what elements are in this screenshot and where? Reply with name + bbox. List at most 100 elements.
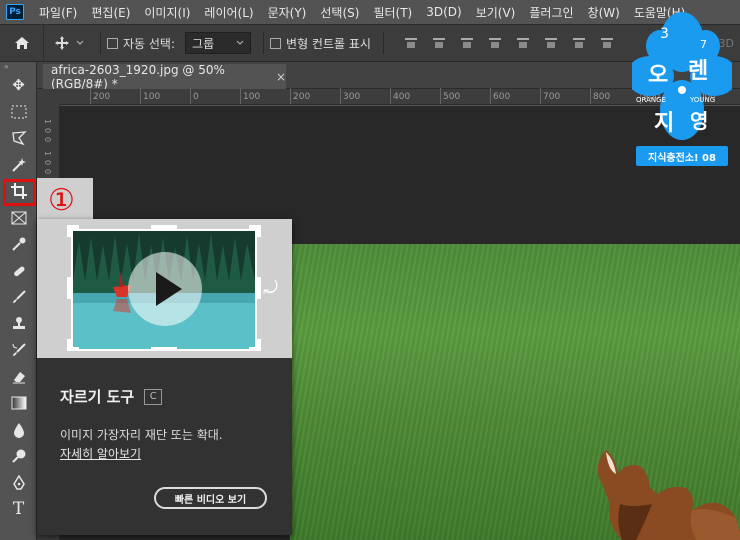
- align-right-icon[interactable]: [460, 36, 474, 50]
- menu-type[interactable]: 문자(Y): [261, 4, 314, 21]
- document-tab[interactable]: africa-2603_1920.jpg @ 50% (RGB/8#) * ×: [43, 63, 286, 91]
- menu-filter[interactable]: 필터(T): [366, 4, 419, 21]
- tooltip-title: 자르기 도구 C: [60, 386, 163, 407]
- healing-brush-tool[interactable]: [0, 258, 37, 285]
- align-top-icon[interactable]: [516, 36, 530, 50]
- ruler-label: 0: [43, 160, 52, 166]
- auto-select-label: 자동 선택:: [123, 36, 176, 51]
- brush-tool[interactable]: [0, 284, 37, 311]
- menu-3d[interactable]: 3D(D): [419, 5, 468, 19]
- dodge-tool[interactable]: [0, 443, 37, 470]
- options-bar: 자동 선택: 그룹 변형 컨트롤 표시 3D: [0, 24, 740, 62]
- document-image[interactable]: [290, 244, 740, 540]
- ruler-label: 0: [43, 169, 52, 175]
- align-center-icon[interactable]: [432, 36, 446, 50]
- align-buttons-group: [404, 36, 614, 50]
- divider: [100, 32, 101, 54]
- crop-handle: [67, 277, 71, 299]
- brush-icon: [12, 290, 26, 304]
- frame-tool[interactable]: [0, 205, 37, 232]
- auto-select-target-dropdown[interactable]: 그룹: [185, 32, 252, 54]
- crop-tool[interactable]: [0, 178, 37, 206]
- menu-view[interactable]: 보기(V): [469, 4, 523, 21]
- menu-window[interactable]: 창(W): [581, 4, 627, 21]
- tooltip-description: 이미지 가장자리 재단 또는 확대.: [60, 428, 223, 442]
- type-icon: T: [12, 499, 25, 520]
- move-tool-preset[interactable]: [44, 35, 94, 51]
- type-tool[interactable]: T: [0, 496, 37, 523]
- clone-stamp-tool[interactable]: [0, 311, 37, 338]
- history-brush-tool[interactable]: [0, 337, 37, 364]
- stamp-icon: [12, 316, 25, 329]
- marquee-tool[interactable]: [0, 99, 37, 126]
- ruler-label: 1: [43, 151, 52, 157]
- gradient-tool[interactable]: [0, 390, 37, 417]
- rectangular-marquee-icon: [11, 105, 26, 119]
- ruler-tick: [490, 88, 491, 104]
- checkbox-box[interactable]: [107, 37, 118, 49]
- menu-plugins[interactable]: 플러그인: [522, 4, 580, 21]
- align-left-icon[interactable]: [404, 36, 418, 50]
- eyedropper-tool[interactable]: [0, 231, 37, 258]
- pen-icon: [12, 474, 25, 490]
- divider: [382, 32, 384, 54]
- magic-wand-tool[interactable]: [0, 152, 37, 179]
- blur-tool[interactable]: [0, 417, 37, 444]
- ruler-label: 100: [243, 92, 261, 102]
- lasso-tool[interactable]: [0, 125, 37, 152]
- align-middle-icon[interactable]: [544, 36, 558, 50]
- ruler-label: 0: [43, 128, 52, 134]
- menu-bar: Ps 파일(F) 편집(E) 이미지(I) 레이어(L) 문자(Y) 선택(S)…: [0, 0, 740, 24]
- transform-controls-label: 변형 컨트롤 표시: [286, 36, 371, 51]
- align-bottom-icon[interactable]: [572, 36, 586, 50]
- ruler-label: 200: [293, 92, 311, 102]
- crop-handle: [257, 225, 261, 237]
- crop-handle: [151, 225, 177, 229]
- eyedropper-icon: [11, 237, 25, 251]
- menu-file[interactable]: 파일(F): [32, 4, 84, 21]
- ruler-label: 300: [343, 92, 361, 102]
- menu-layer[interactable]: 레이어(L): [197, 4, 260, 21]
- ruler-label: 600: [493, 92, 511, 102]
- distribute-icon[interactable]: [600, 36, 614, 50]
- collapse-panel-icon[interactable]: »: [0, 62, 36, 72]
- ruler-label: 700: [543, 92, 561, 102]
- align-horizontal-icon[interactable]: [488, 36, 502, 50]
- tool-name: 자르기 도구: [60, 388, 135, 406]
- home-icon: [14, 37, 29, 49]
- close-icon[interactable]: ×: [276, 70, 286, 84]
- eraser-tool[interactable]: [0, 364, 37, 391]
- ruler-tick: [590, 88, 591, 104]
- checkbox-box[interactable]: [270, 37, 282, 49]
- ruler-tick: [290, 88, 291, 104]
- ruler-label: 400: [393, 92, 411, 102]
- crop-handle: [67, 225, 71, 237]
- ruler-corner: [37, 89, 60, 105]
- logo-char-3: 지: [654, 111, 674, 136]
- tooltip-video-preview[interactable]: [37, 219, 292, 358]
- quick-video-button[interactable]: 빠른 비디오 보기: [154, 487, 267, 509]
- home-button[interactable]: [0, 25, 44, 61]
- play-icon[interactable]: [128, 252, 202, 326]
- divider: [263, 32, 265, 54]
- menu-image[interactable]: 이미지(I): [137, 4, 197, 21]
- show-transform-controls-checkbox[interactable]: 변형 컨트롤 표시: [270, 35, 371, 52]
- pen-tool[interactable]: [0, 470, 37, 497]
- auto-select-checkbox[interactable]: 자동 선택:: [107, 35, 175, 52]
- rotate-cursor-icon: ⤾: [263, 278, 278, 299]
- menu-edit[interactable]: 편집(E): [84, 4, 137, 21]
- ruler-tick: [390, 88, 391, 104]
- logo-char-4: 영: [690, 109, 708, 133]
- ruler-label: 200: [93, 92, 111, 102]
- photoshop-logo-icon[interactable]: Ps: [6, 4, 24, 20]
- ruler-label: 500: [443, 92, 461, 102]
- move-tool[interactable]: ✥: [0, 72, 37, 99]
- crop-tool-highlight: [3, 179, 36, 206]
- learn-more-link[interactable]: 자세히 알아보기: [60, 445, 141, 462]
- menu-select[interactable]: 선택(S): [313, 4, 366, 21]
- chevron-down-icon: [236, 40, 244, 45]
- logo-ring-left: ORANGE: [636, 96, 666, 104]
- gradient-icon: [11, 396, 26, 410]
- deer-photo: [597, 450, 740, 540]
- logo-char-2: 렌: [688, 59, 708, 84]
